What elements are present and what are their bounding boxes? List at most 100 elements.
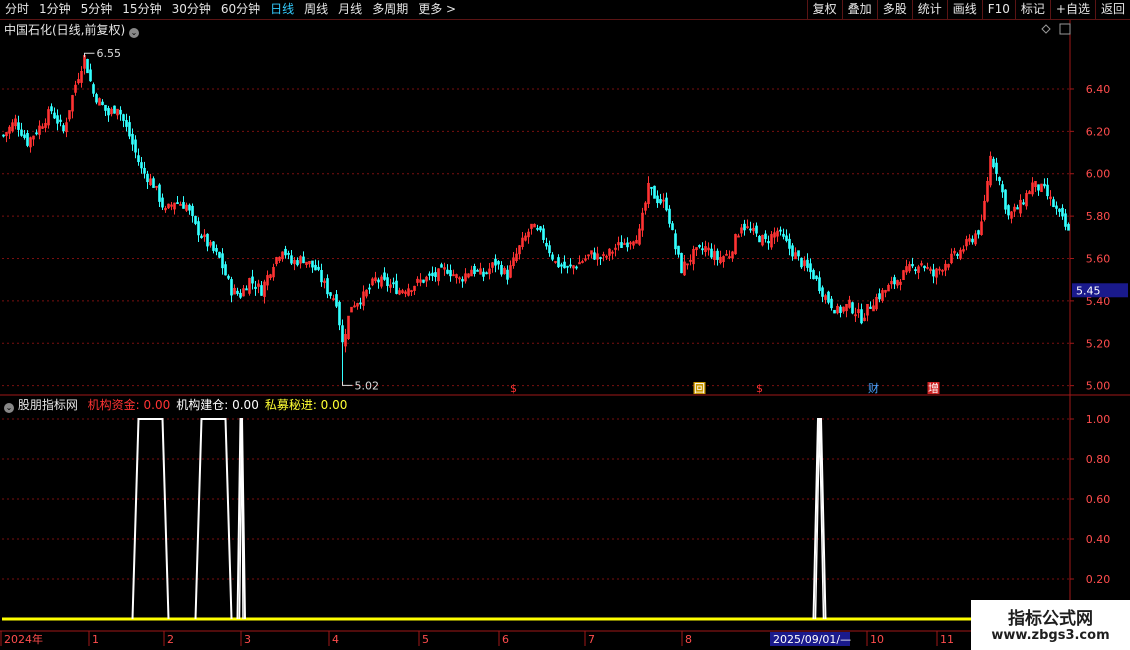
candle-body [1016,207,1019,210]
candle-body [1061,207,1064,217]
candle-body [665,197,668,211]
candle-body [878,293,881,300]
candle-body [545,242,548,247]
candle-body [674,233,677,250]
candle-body [851,302,854,314]
candle-body [677,245,680,255]
price-tick-label: 5.80 [1086,210,1111,223]
candle-body [560,264,563,267]
indicator-value: 私募秘进: 0.00 [264,398,348,412]
candle-body [971,238,974,243]
event-marker: $ [756,382,763,395]
candle-body [1055,205,1058,209]
candle-body [593,252,596,260]
indicator-tick-label: 0.80 [1086,453,1111,466]
candle-body [287,252,290,255]
candle-body [800,257,803,268]
indicator-values: 机构资金: 0.00 机构建仓: 0.00 私募秘进: 0.00 [82,398,348,412]
candle-body [338,301,341,326]
candle-body [176,202,179,205]
candle-body [383,272,386,280]
candle-body [797,250,800,257]
stock-title: 中国石化(日线,前复权) [4,23,126,37]
candle-body [92,84,95,94]
candle-body [548,245,551,254]
time-tick-label: 3 [244,633,251,646]
candle-body [122,114,125,121]
candle-body [620,242,623,248]
candle-body [239,292,242,298]
candle-body [680,252,683,274]
candle-body [200,235,203,238]
indicator-tick-label: 0.40 [1086,533,1111,546]
chevron-down-icon[interactable]: ⌄ [4,403,14,413]
candle-body [161,197,164,208]
event-marker: 增 [928,381,939,395]
candle-body [785,235,788,241]
candle-body [659,199,662,204]
main-panel-title[interactable]: 中国石化(日线,前复权) ⌄ [4,22,140,38]
candle-body [368,287,371,290]
cursor-date-label: 2025/09/01/— [773,633,851,646]
indicator-value: 机构资金: 0.00 [87,398,171,412]
indicator-tick-label: 1.00 [1086,413,1111,426]
price-tick-label: 6.00 [1086,168,1111,181]
candle-body [395,280,398,294]
high-price-marker [84,52,95,58]
time-tick-label: 2 [167,633,174,646]
time-tick-label: 1 [92,633,99,646]
candle-body [626,242,629,248]
candle-body [461,279,464,282]
candle-body [1037,184,1040,191]
candle-body [809,263,812,273]
candle-body [998,177,1001,182]
candle-body [260,285,263,296]
candle-body [20,129,23,136]
price-tick-label: 6.20 [1086,125,1111,138]
candle-body [914,269,917,271]
candle-body [1004,189,1007,210]
candle-body [2,134,5,137]
candle-body [224,264,227,276]
candle-body [197,221,200,236]
candle-body [833,309,836,314]
candle-body [599,257,602,259]
panel-toggle-icon [1059,23,1071,35]
candle-body [251,276,254,284]
time-tick-label: 2024年 [4,632,43,646]
candle-body [440,264,443,268]
candle-body [104,104,107,111]
candle-body [152,178,155,188]
indicator-value: 机构建仓: 0.00 [176,398,259,412]
candle-body [314,264,317,271]
time-tick-label: 11 [940,633,954,646]
candle-body [290,255,293,264]
candle-body [839,306,842,313]
candle-body [539,226,542,231]
candle-body [302,256,305,264]
candle-body [788,238,791,249]
candle-body [317,266,320,270]
candle-body [656,195,659,204]
candle-body [710,248,713,258]
candle-body [131,133,134,145]
candle-body [653,185,656,199]
time-tick-label: 6 [502,633,509,646]
candle-body [182,202,185,209]
candle-body [923,265,926,269]
time-tick-label: 4 [332,633,339,646]
candle-body [236,290,239,294]
candle-body [476,270,479,272]
candle-body [1043,183,1046,187]
watermark-line2: www.zbgs3.com [991,628,1110,643]
time-tick-label: 7 [588,633,595,646]
candle-body [392,282,395,285]
chevron-down-icon[interactable]: ⌄ [129,28,140,38]
candle-body [359,302,362,305]
candle-body [158,184,161,202]
price-tick-label: 5.20 [1086,337,1111,350]
candle-body [542,228,545,240]
price-tick-label: 5.00 [1086,380,1111,393]
indicator-tick-label: 0.20 [1086,573,1111,586]
diamond-icon [1041,24,1051,34]
